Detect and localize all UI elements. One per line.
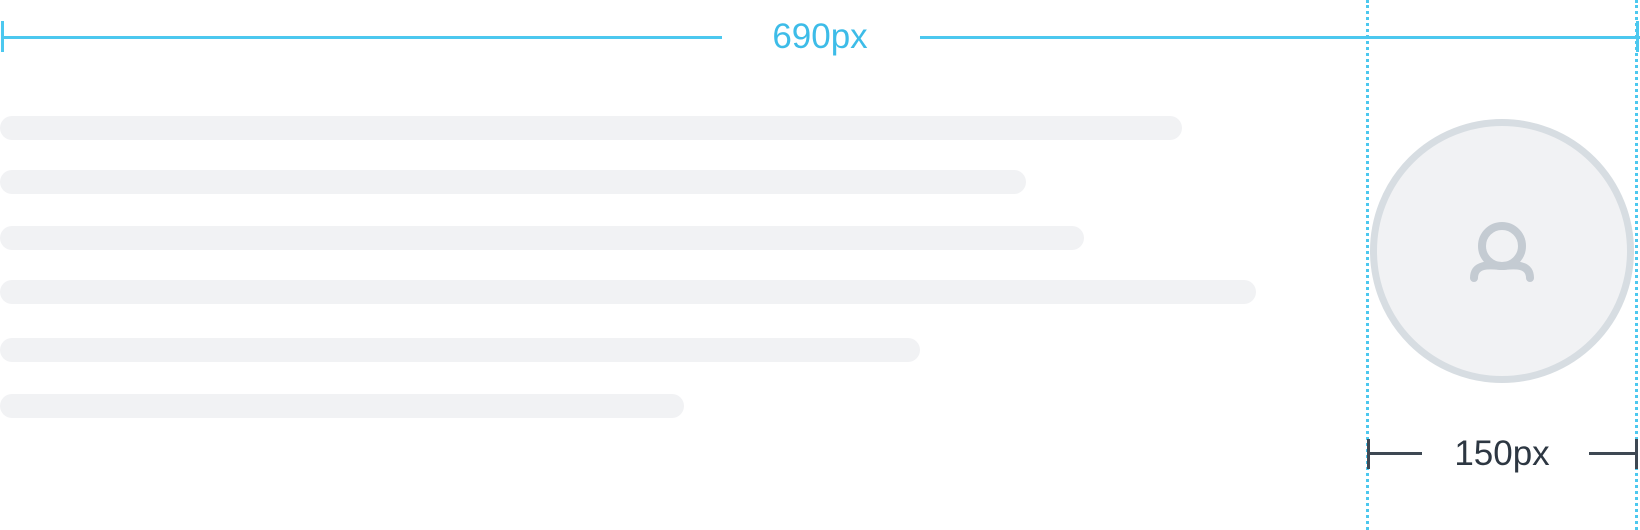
container-width-label: 690px — [772, 17, 868, 56]
placeholder-text-line-3 — [0, 226, 1084, 250]
avatar-width-right-tick — [1635, 439, 1638, 469]
placeholder-text-line-6 — [0, 394, 684, 418]
placeholder-text-line-1 — [0, 116, 1182, 140]
avatar-width-line-left — [1367, 452, 1422, 455]
placeholder-text-line-4 — [0, 280, 1256, 304]
user-icon — [1470, 222, 1534, 282]
container-width-line-left — [1, 36, 722, 39]
placeholder-text-line-2 — [0, 170, 1026, 194]
placeholder-text-line-5 — [0, 338, 920, 362]
avatar-width-label: 150px — [1454, 434, 1550, 473]
avatar-width-line-right — [1589, 452, 1637, 455]
container-width-line-right — [920, 36, 1640, 39]
